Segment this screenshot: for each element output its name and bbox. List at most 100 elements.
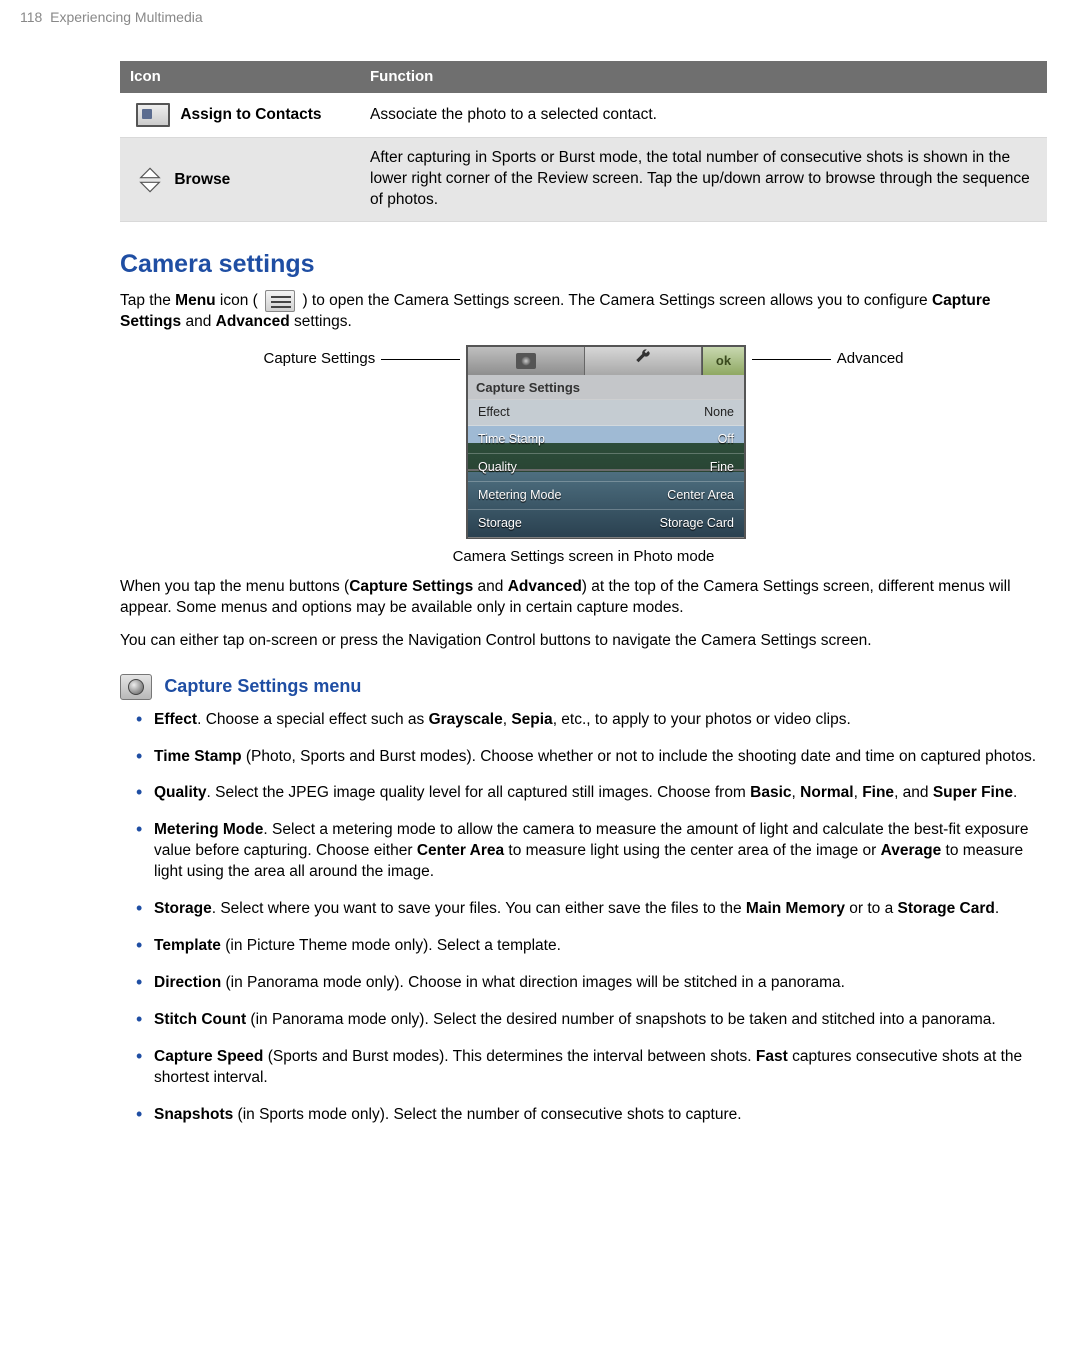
settings-row-quality[interactable]: Quality Fine xyxy=(468,454,744,482)
th-icon: Icon xyxy=(120,61,360,93)
text: icon ( xyxy=(216,292,263,309)
capture-settings-list: Effect. Choose a special effect such as … xyxy=(136,710,1047,1126)
list-item: Template (in Picture Theme mode only). S… xyxy=(136,936,1047,957)
chapter-title: Experiencing Multimedia xyxy=(50,9,203,25)
subsection-heading: Capture Settings menu xyxy=(120,674,1047,700)
paragraph: When you tap the menu buttons (Capture S… xyxy=(120,577,1047,619)
intro-paragraph: Tap the Menu icon ( ) to open the Camera… xyxy=(120,290,1047,333)
text-bold: Metering Mode xyxy=(154,821,263,838)
text: (Sports and Burst modes). This determine… xyxy=(263,1048,756,1065)
text: , xyxy=(854,784,863,801)
list-item: Metering Mode. Select a metering mode to… xyxy=(136,820,1047,883)
text: , xyxy=(792,784,801,801)
browse-updown-icon xyxy=(136,166,164,194)
text: . xyxy=(1013,784,1017,801)
settings-row-storage[interactable]: Storage Storage Card xyxy=(468,510,744,538)
function-cell: After capturing in Sports or Burst mode,… xyxy=(360,138,1047,222)
icon-function-table: Icon Function Assign to Contacts Associa… xyxy=(120,61,1047,222)
icon-label: Assign to Contacts xyxy=(180,106,321,123)
settings-row-effect[interactable]: Effect None xyxy=(468,399,744,427)
list-item: Quality. Select the JPEG image quality l… xyxy=(136,783,1047,804)
row-value: Storage Card xyxy=(660,515,734,532)
text-bold: Direction xyxy=(154,974,221,991)
text: (in Picture Theme mode only). Select a t… xyxy=(221,937,561,954)
list-item: Stitch Count (in Panorama mode only). Se… xyxy=(136,1010,1047,1031)
table-row: Browse After capturing in Sports or Burs… xyxy=(120,138,1047,222)
figure-camera-settings: Capture Settings ok Capture Settings Eff… xyxy=(264,345,904,567)
row-value: Fine xyxy=(710,459,734,476)
table-row: Assign to Contacts Associate the photo t… xyxy=(120,93,1047,138)
list-item: Time Stamp (Photo, Sports and Burst mode… xyxy=(136,747,1047,768)
text: (in Panorama mode only). Select the desi… xyxy=(246,1011,996,1028)
text: , etc., to apply to your photos or video… xyxy=(553,711,851,728)
camera-icon xyxy=(120,674,152,700)
text-bold: Grayscale xyxy=(429,711,503,728)
text-bold: Sepia xyxy=(511,711,552,728)
text-bold: Fast xyxy=(756,1048,788,1065)
text: Tap the xyxy=(120,292,175,309)
text-bold: Main Memory xyxy=(746,900,845,917)
wrench-icon xyxy=(634,348,652,373)
text: When you tap the menu buttons ( xyxy=(120,578,349,595)
text: . xyxy=(995,900,999,917)
text: or to a xyxy=(845,900,898,917)
text: and xyxy=(473,578,507,595)
tab-advanced[interactable] xyxy=(585,347,702,375)
row-label: Quality xyxy=(478,459,517,476)
text-bold: Center Area xyxy=(417,842,504,859)
text-bold: Advanced xyxy=(508,578,582,595)
text-bold: Stitch Count xyxy=(154,1011,246,1028)
text: ) to open the Camera Settings screen. Th… xyxy=(298,292,932,309)
text: settings. xyxy=(290,313,352,330)
page-number: 118 xyxy=(20,9,42,25)
ok-button[interactable]: ok xyxy=(702,347,744,375)
text-bold: Advanced xyxy=(216,313,290,330)
text-bold: Storage xyxy=(154,900,212,917)
text-bold: Time Stamp xyxy=(154,748,242,765)
text: (in Panorama mode only). Choose in what … xyxy=(221,974,845,991)
subsection-title: Capture Settings menu xyxy=(164,674,361,698)
page-header: 118 Experiencing Multimedia xyxy=(20,0,1052,27)
figure-label-advanced: Advanced xyxy=(837,345,904,369)
row-label: Storage xyxy=(478,515,522,532)
text-bold: Fine xyxy=(862,784,894,801)
table-header-row: Icon Function xyxy=(120,61,1047,93)
row-value: None xyxy=(704,404,734,421)
text-bold: Template xyxy=(154,937,221,954)
text-bold: Snapshots xyxy=(154,1106,233,1123)
text-bold: Capture Settings xyxy=(349,578,473,595)
leader-line xyxy=(752,359,831,360)
assign-to-contacts-icon xyxy=(136,103,170,127)
camera-tab-icon xyxy=(516,353,536,369)
row-label: Time Stamp xyxy=(478,431,545,448)
text: to measure light using the center area o… xyxy=(504,842,881,859)
list-item: Effect. Choose a special effect such as … xyxy=(136,710,1047,731)
leader-line xyxy=(381,359,460,360)
list-item: Capture Speed (Sports and Burst modes). … xyxy=(136,1047,1047,1089)
text-bold: Super Fine xyxy=(933,784,1013,801)
text: (Photo, Sports and Burst modes). Choose … xyxy=(242,748,1036,765)
text-bold: Storage Card xyxy=(898,900,995,917)
list-item: Storage. Select where you want to save y… xyxy=(136,899,1047,920)
settings-row-metering[interactable]: Metering ModeCenter Area xyxy=(468,482,744,510)
tab-capture-settings[interactable] xyxy=(468,347,585,375)
settings-row-timestamp[interactable]: Time Stamp Off xyxy=(468,426,744,454)
text-bold: Quality xyxy=(154,784,207,801)
text: . Choose a special effect such as xyxy=(197,711,429,728)
list-item: Snapshots (in Sports mode only). Select … xyxy=(136,1105,1047,1126)
row-value: Off xyxy=(718,431,734,448)
text: . Select where you want to save your fil… xyxy=(212,900,746,917)
text-bold: Effect xyxy=(154,711,197,728)
text: . Select the JPEG image quality level fo… xyxy=(207,784,751,801)
text: (in Sports mode only). Select the number… xyxy=(233,1106,741,1123)
text-bold: Average xyxy=(881,842,942,859)
settings-banner-title: Capture Settings xyxy=(468,375,744,401)
figure-caption: Camera Settings screen in Photo mode xyxy=(264,547,904,567)
section-heading-camera-settings: Camera settings xyxy=(120,248,1047,282)
text-bold: Normal xyxy=(800,784,853,801)
list-item: Direction (in Panorama mode only). Choos… xyxy=(136,973,1047,994)
row-label: Effect xyxy=(478,404,510,421)
menu-icon xyxy=(265,290,295,312)
th-function: Function xyxy=(360,61,1047,93)
text-bold: Capture Speed xyxy=(154,1048,263,1065)
